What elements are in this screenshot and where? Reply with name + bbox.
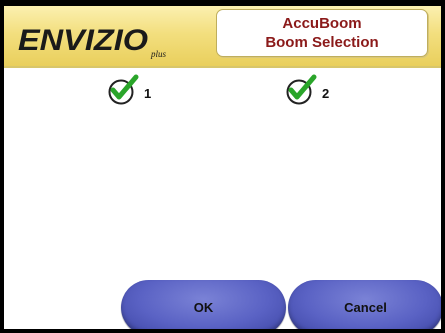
svg-text:ENVIZIO: ENVIZIO <box>18 24 148 57</box>
ok-button[interactable]: OK <box>121 280 286 329</box>
checkmark-icon <box>286 74 317 105</box>
boom-selection-screen: ENVIZIO plus AccuBoom Boom Selection 1 2… <box>0 0 445 333</box>
envizio-logo: ENVIZIO plus <box>18 24 167 59</box>
title-line-1: AccuBoom <box>282 15 362 32</box>
cancel-button[interactable]: Cancel <box>288 280 441 329</box>
screen-title-box: AccuBoom Boom Selection <box>216 9 428 57</box>
checkmark-icon <box>108 74 139 105</box>
header-bar: ENVIZIO plus AccuBoom Boom Selection <box>4 6 441 68</box>
svg-text:plus: plus <box>150 49 167 59</box>
boom-label-2: 2 <box>322 86 330 101</box>
boom-label-1: 1 <box>144 86 152 101</box>
title-line-2: Boom Selection <box>265 34 379 51</box>
